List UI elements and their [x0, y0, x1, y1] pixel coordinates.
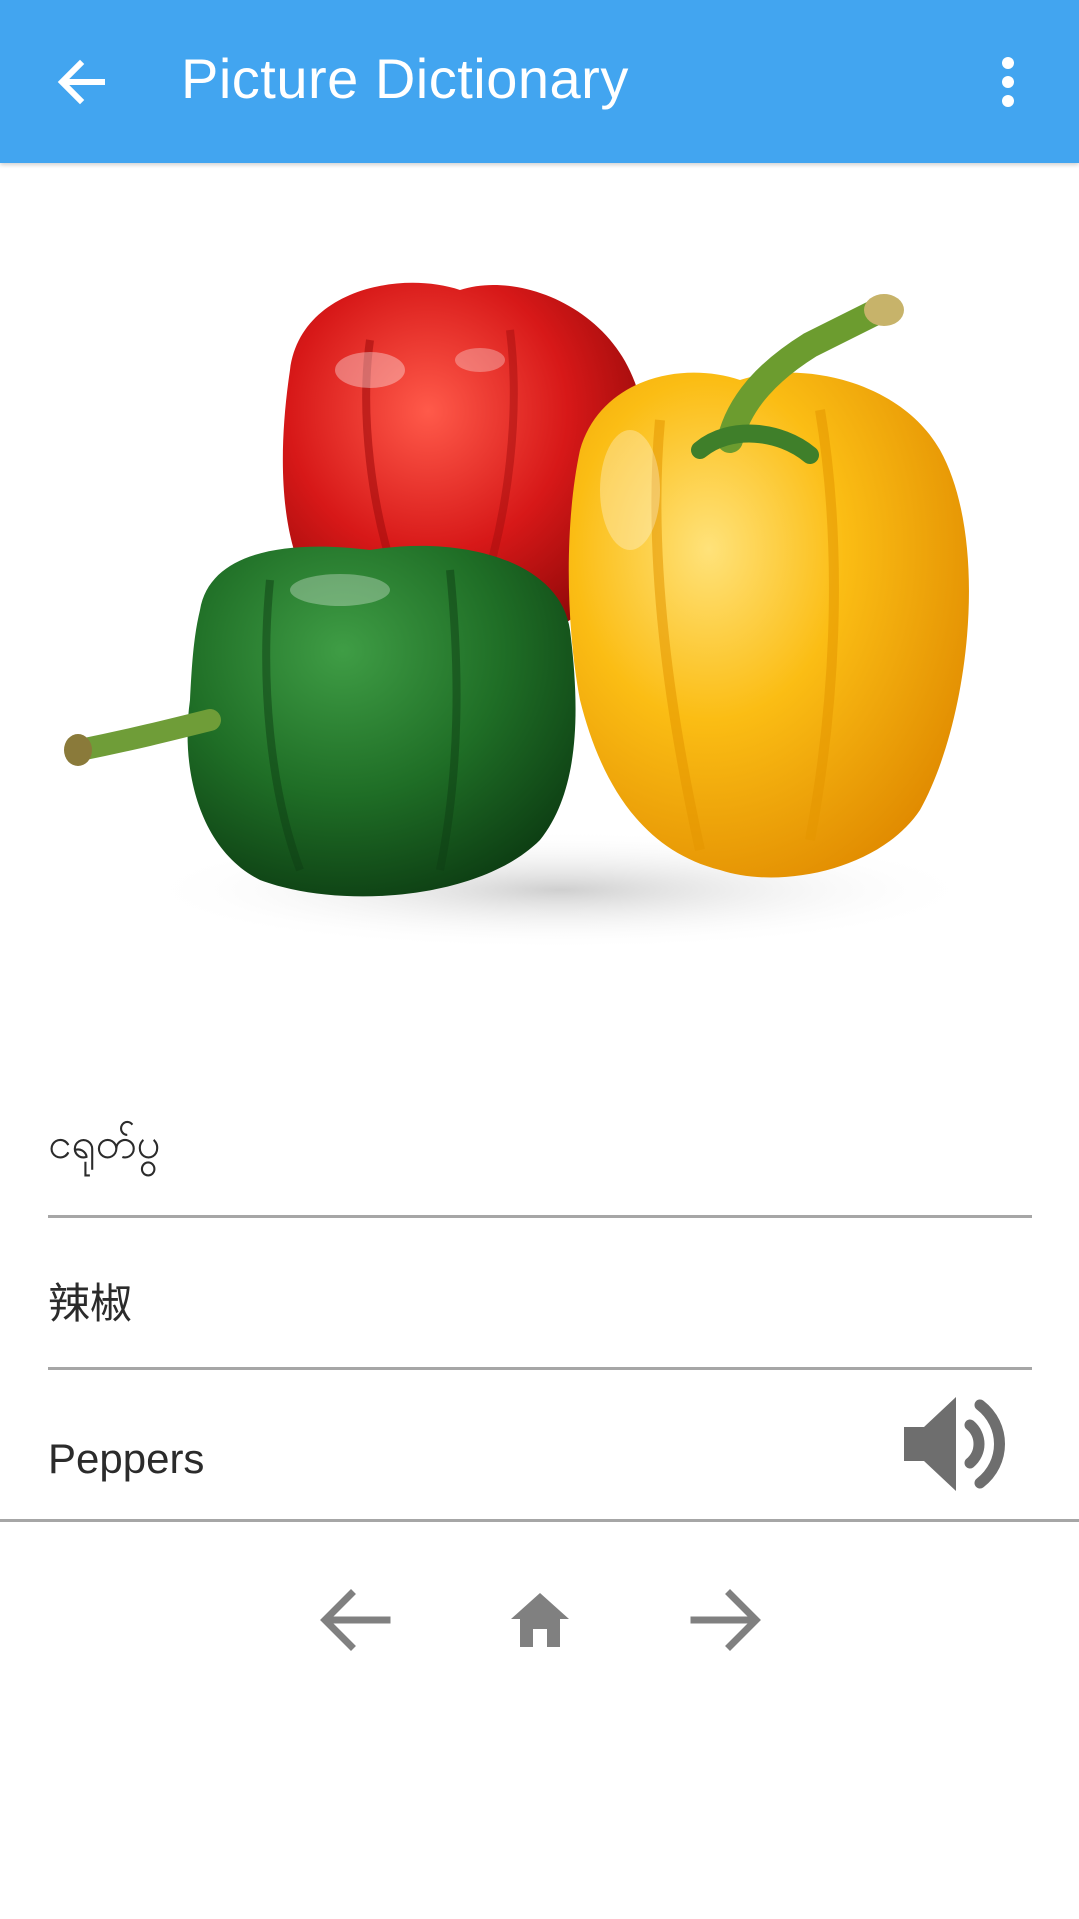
bottom-navigation [0, 1530, 1079, 1710]
back-button[interactable] [40, 40, 124, 124]
translation-row-chinese: 辣椒 [48, 1217, 1032, 1370]
green-pepper [64, 545, 576, 897]
translation-text-chinese: 辣椒 [48, 1279, 133, 1328]
page-title: Picture Dictionary [181, 47, 629, 110]
word-image [64, 282, 980, 950]
translation-row-burmese: ငရုတ်ပွ [48, 1065, 1032, 1218]
translation-text-burmese: ငရုတ်ပွ [48, 1119, 161, 1168]
more-vert-icon [1002, 57, 1014, 107]
translation-text-english: Peppers [48, 1435, 205, 1482]
home-button[interactable] [490, 1570, 590, 1670]
next-button[interactable] [676, 1570, 776, 1670]
arrow-left-icon [57, 59, 105, 105]
volume-up-icon [904, 1397, 1005, 1491]
app-bar: Picture Dictionary [0, 0, 1079, 163]
arrow-left-icon [320, 1589, 391, 1651]
translation-row-english: Peppers [0, 1369, 1079, 1522]
home-icon [511, 1593, 569, 1647]
more-options-button[interactable] [968, 40, 1048, 124]
previous-button[interactable] [305, 1570, 405, 1670]
play-audio-button[interactable] [896, 1389, 1016, 1499]
arrow-right-icon [690, 1589, 761, 1651]
